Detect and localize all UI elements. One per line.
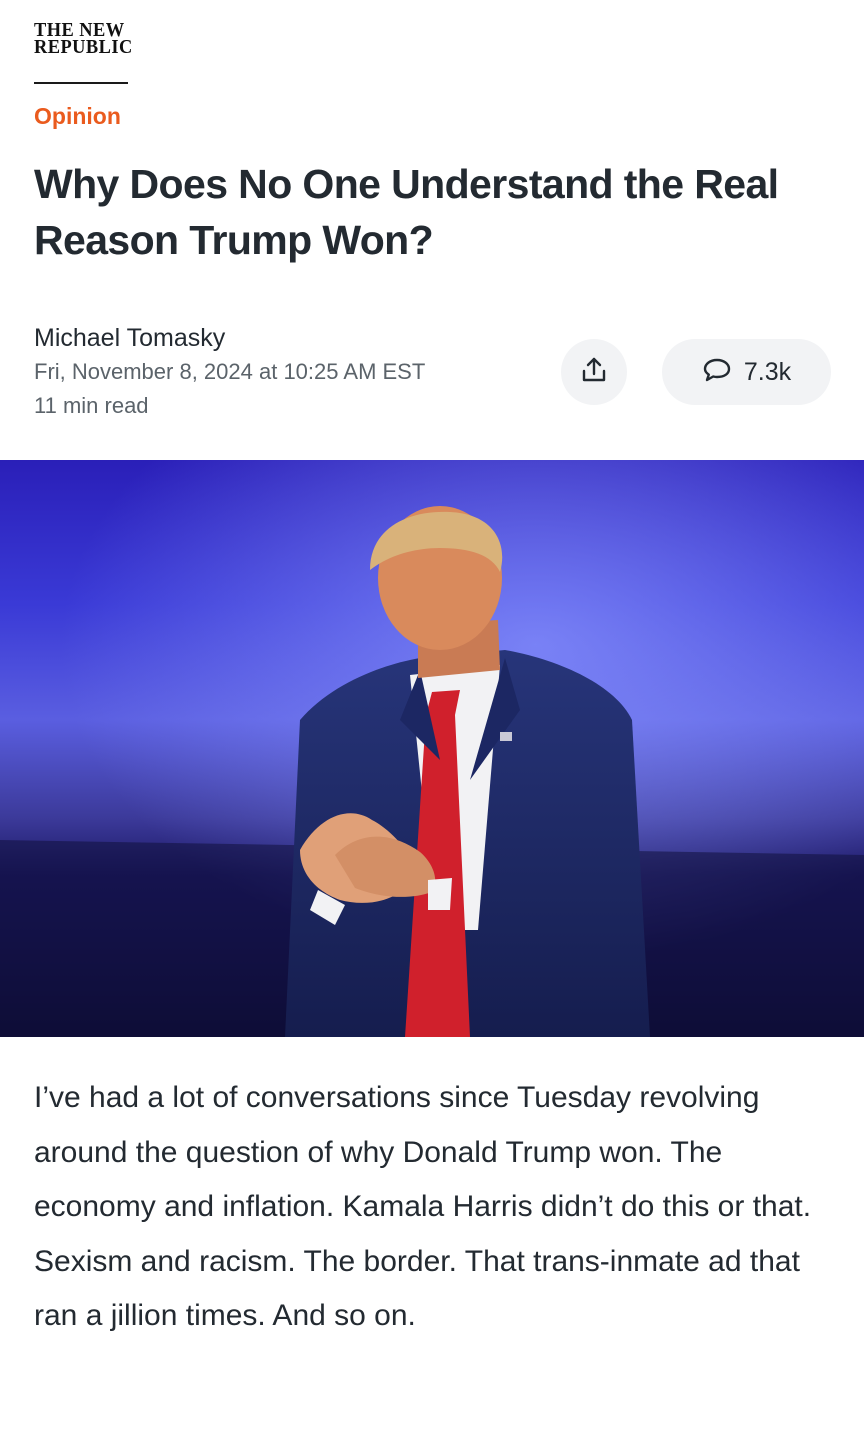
logo-divider bbox=[34, 82, 128, 84]
section-label[interactable]: Opinion bbox=[34, 101, 121, 131]
author-name[interactable]: Michael Tomasky bbox=[34, 322, 225, 354]
read-time: 11 min read bbox=[34, 393, 149, 418]
article-body-paragraph: I’ve had a lot of conversations since Tu… bbox=[34, 1081, 812, 1332]
comments-count: 7.3k bbox=[743, 357, 792, 386]
share-icon bbox=[579, 355, 609, 390]
logo-line-2: REPUBLIC bbox=[34, 36, 133, 58]
publication-logo[interactable]: THE NEW REPUBLIC bbox=[34, 20, 133, 58]
share-button[interactable] bbox=[561, 339, 627, 405]
hero-image[interactable] bbox=[0, 460, 864, 1037]
publish-date: Fri, November 8, 2024 at 10:25 AM EST bbox=[34, 359, 426, 384]
article-headline: Why Does No One Understand the Real Reas… bbox=[34, 161, 779, 263]
comment-bubble-icon bbox=[702, 355, 732, 390]
comments-button[interactable]: 7.3k bbox=[662, 339, 831, 405]
